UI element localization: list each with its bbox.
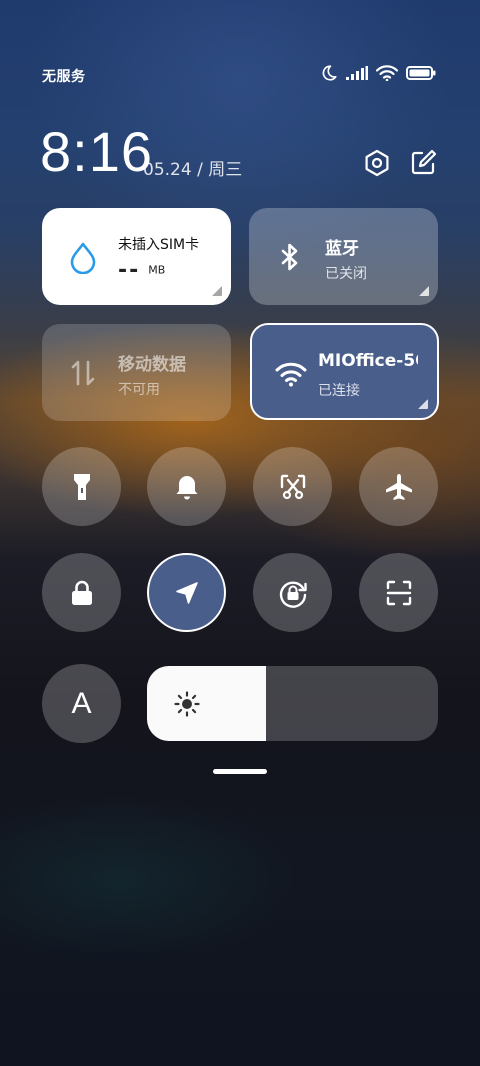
toggle-ringer[interactable] [147,447,226,526]
lock-icon [71,580,92,605]
toggle-rotation-lock[interactable] [253,553,332,632]
toggle-flashlight[interactable] [42,447,121,526]
toggle-location[interactable] [147,553,226,632]
rotation-lock-icon [279,580,307,608]
toggle-lock-screen[interactable] [42,553,121,632]
flashlight-icon [73,473,90,500]
tile-data-usage-value: -- MB [118,258,165,283]
carrier-status: 无服务 [42,69,86,85]
clock-date: 05.24 / 周三 [143,160,243,180]
brightness-slider-fill [147,666,267,741]
home-indicator[interactable] [213,769,267,774]
toggle-scanner[interactable] [359,553,438,632]
moon-icon [322,65,337,81]
scan-icon [386,580,411,605]
wifi-icon [376,65,398,81]
settings-icon[interactable] [362,148,392,178]
tile-mobile-data[interactable]: 移动数据 不可用 [42,324,231,421]
tile-wifi[interactable]: MIOffice-5G 已连接 [250,323,439,420]
battery-icon [406,66,436,80]
tile-expand-corner [418,399,428,409]
font-size-button[interactable]: A [42,664,121,743]
signal-icon [346,66,368,80]
tile-expand-corner [212,286,222,296]
tile-data-usage[interactable]: 未插入SIM卡 -- MB [42,208,231,305]
tile-bluetooth-status: 已关闭 [325,266,367,282]
brightness-slider[interactable] [147,666,438,741]
tile-data-usage-title: 未插入SIM卡 [118,237,200,253]
tile-bluetooth-title: 蓝牙 [325,239,359,259]
tile-mobile-data-status: 不可用 [118,382,160,398]
scissors-screenshot-icon [280,474,305,499]
clock-time: 8:16 [40,120,153,183]
data-usage-unit: MB [148,263,166,277]
status-icons [320,64,436,82]
bell-icon [176,475,197,499]
tile-expand-corner [419,286,429,296]
wifi-icon [275,362,307,387]
bluetooth-icon [281,243,298,271]
water-drop-icon [70,242,96,274]
location-arrow-icon [175,581,198,604]
toggle-airplane[interactable] [359,447,438,526]
tile-bluetooth[interactable]: 蓝牙 已关闭 [249,208,438,305]
tile-mobile-data-title: 移动数据 [118,355,186,375]
toggle-screenshot[interactable] [253,447,332,526]
sun-icon [174,691,200,717]
tile-wifi-status: 已连接 [318,383,360,399]
airplane-icon [385,473,412,500]
data-usage-amount: -- [118,258,141,283]
mobile-data-icon [71,360,95,386]
edit-icon[interactable] [408,148,438,178]
tile-wifi-title: MIOffice-5G [318,351,418,371]
